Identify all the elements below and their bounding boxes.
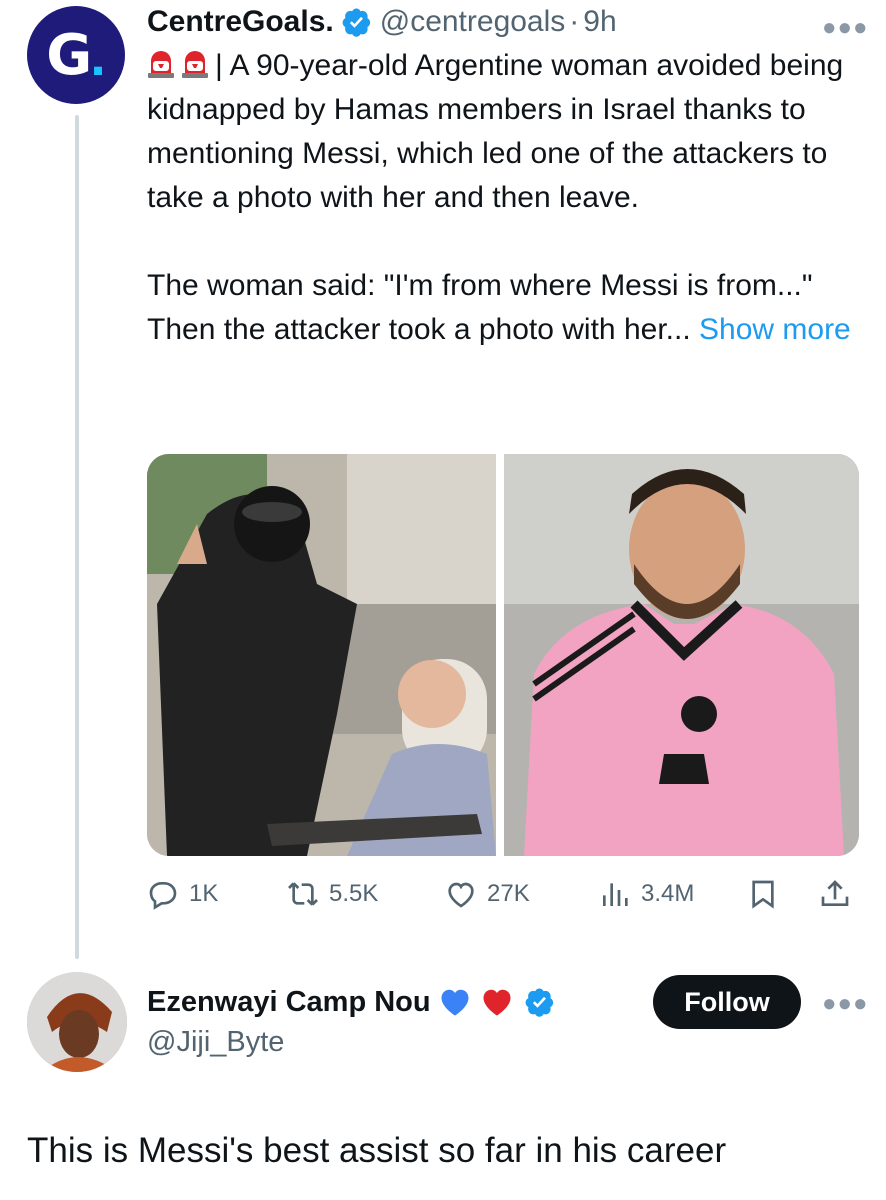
bookmark-action[interactable]	[747, 872, 789, 916]
views-icon	[603, 883, 628, 906]
author-avatar[interactable]: G.	[27, 6, 125, 104]
tweet-paragraph-2: The woman said: "I'm from where Messi is…	[147, 264, 857, 352]
share-action[interactable]	[819, 872, 861, 916]
image-left-illustration	[147, 454, 496, 856]
show-more-link[interactable]: Show more	[699, 313, 851, 346]
tweet-actions: 1K 5.5K 27K 3.4M	[147, 872, 859, 916]
thread-line	[75, 115, 79, 959]
media-image-right[interactable]	[504, 454, 859, 856]
repost-action[interactable]: 5.5K	[287, 872, 378, 916]
tweet-paragraph-1: | A 90-year-old Argentine woman avoided …	[147, 44, 857, 220]
reply-avatar-illustration	[27, 972, 127, 1072]
reply-author-name[interactable]: Ezenwayi Camp Nou	[147, 986, 431, 1019]
like-action[interactable]: 27K	[445, 872, 530, 916]
views-action[interactable]: 3.4M	[599, 872, 694, 916]
tweet-time[interactable]: 9h	[583, 5, 616, 39]
tweet-text-line-1: | A 90-year-old Argentine woman avoided …	[147, 49, 844, 214]
reply-header: Ezenwayi Camp Nou	[147, 980, 563, 1024]
reply-text: This is Messi's best assist so far in hi…	[27, 1131, 727, 1170]
bookmark-icon	[752, 880, 774, 909]
repost-icon	[288, 882, 318, 906]
like-count: 27K	[487, 880, 530, 907]
verified-badge-icon	[525, 988, 553, 1017]
tweet-media[interactable]	[147, 454, 859, 856]
police-siren-icon	[148, 51, 174, 78]
police-siren-icon	[182, 51, 208, 78]
author-handle[interactable]: @centregoals	[380, 5, 566, 39]
views-count: 3.4M	[641, 880, 695, 907]
avatar-dot: .	[90, 23, 106, 87]
author-name[interactable]: CentreGoals.	[147, 5, 334, 39]
time-separator: ·	[569, 5, 580, 38]
red-heart-icon	[483, 989, 511, 1016]
reply-author-avatar[interactable]	[27, 972, 127, 1072]
verified-badge-icon	[342, 8, 370, 37]
reply-more-options-icon[interactable]: ●●●	[822, 990, 869, 1018]
share-icon	[821, 880, 849, 906]
reply-count: 1K	[189, 880, 219, 907]
image-right-illustration	[504, 454, 859, 856]
tweet-text: | A 90-year-old Argentine woman avoided …	[147, 44, 857, 352]
more-options-icon[interactable]: ●●●	[822, 14, 869, 42]
reply-icon	[149, 882, 177, 910]
tweet-header: CentreGoals. @centregoals · 9h	[147, 2, 617, 42]
repost-count: 5.5K	[329, 880, 379, 907]
blue-heart-icon	[441, 989, 469, 1016]
like-icon	[448, 882, 474, 908]
media-gap	[496, 454, 504, 856]
reply-action[interactable]: 1K	[147, 872, 218, 916]
media-image-left[interactable]	[147, 454, 496, 856]
reply-author-handle[interactable]: @Jiji_Byte	[147, 1026, 284, 1059]
avatar-letter: G	[46, 22, 92, 88]
follow-button[interactable]: Follow	[653, 975, 801, 1029]
